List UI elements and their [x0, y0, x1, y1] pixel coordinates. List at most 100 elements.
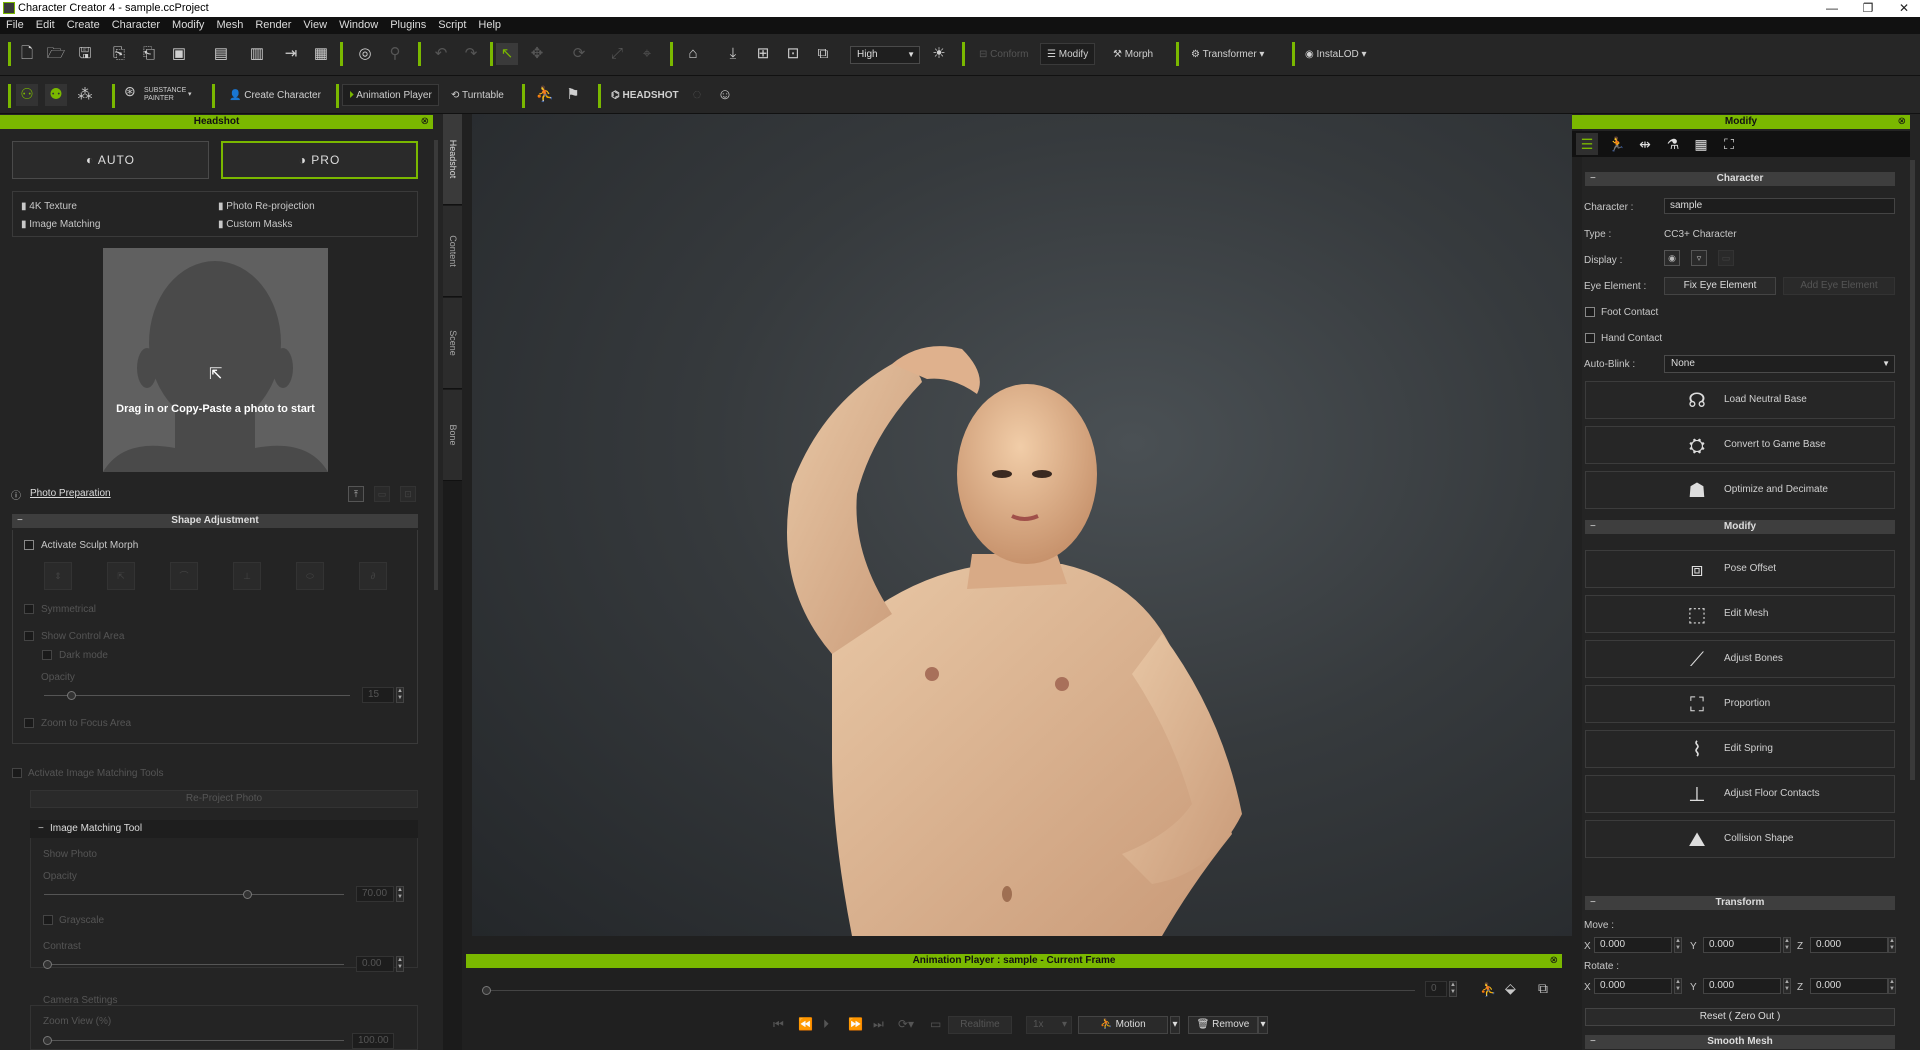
- close-icon[interactable]: ⊗: [1898, 115, 1906, 129]
- load-neutral-base-button[interactable]: ☊ Load Neutral Base: [1585, 381, 1895, 419]
- menu-character[interactable]: Character: [106, 17, 166, 34]
- home-icon[interactable]: ⌂: [682, 43, 704, 65]
- morph-tab-icon[interactable]: ⇹: [1634, 133, 1656, 155]
- photo-preparation-link[interactable]: Photo Preparation: [30, 488, 111, 499]
- tab-bone[interactable]: Bone: [443, 390, 462, 481]
- move-y-field[interactable]: 0.000: [1703, 937, 1781, 953]
- fix-eye-element-button[interactable]: Fix Eye Element: [1664, 277, 1776, 295]
- splitter-right[interactable]: [1572, 114, 1582, 1050]
- camera-view-icon[interactable]: ⧉: [812, 43, 834, 65]
- menu-modify[interactable]: Modify: [166, 17, 210, 34]
- modify-button[interactable]: ☰ Modify: [1040, 43, 1096, 65]
- edit-spring-button[interactable]: ⌇ Edit Spring: [1585, 730, 1895, 768]
- reset-zero-out-button[interactable]: Reset ( Zero Out ): [1585, 1008, 1895, 1026]
- attributes-tab-icon[interactable]: ☰: [1576, 133, 1598, 155]
- menu-script[interactable]: Script: [432, 17, 472, 34]
- headshot-button[interactable]: ⌬ HEADSHOT: [604, 84, 686, 106]
- animation-player-button[interactable]: ⏵ Animation Player: [342, 84, 439, 106]
- menu-plugins[interactable]: Plugins: [384, 17, 432, 34]
- flag-icon[interactable]: ⚑: [562, 84, 584, 106]
- menu-render[interactable]: Render: [249, 17, 297, 34]
- tab-headshot[interactable]: Headshot: [443, 114, 462, 205]
- move-x-field[interactable]: 0.000: [1594, 937, 1672, 953]
- transform-section-header[interactable]: − Transform: [1585, 896, 1895, 910]
- move-z-spinner[interactable]: ▲ ▼: [1888, 937, 1896, 953]
- menu-file[interactable]: File: [0, 17, 30, 34]
- timeline-knob[interactable]: [482, 986, 491, 995]
- motion-icon[interactable]: ⛹: [534, 84, 556, 106]
- auto-blink-select[interactable]: None ▼: [1664, 355, 1895, 373]
- adjust-floor-contacts-button[interactable]: ⊥ Adjust Floor Contacts: [1585, 775, 1895, 813]
- fbx-export-icon[interactable]: ▤: [210, 43, 232, 65]
- pose-offset-button[interactable]: ⧈ Pose Offset: [1585, 550, 1895, 588]
- transformer-button[interactable]: ⚙ Transformer ▾: [1184, 43, 1271, 65]
- rotate-y-field[interactable]: 0.000: [1703, 978, 1781, 994]
- splitter-left[interactable]: [462, 114, 472, 1050]
- modify-section-header[interactable]: − Modify: [1585, 520, 1895, 534]
- activate-sculpt-morph-checkbox[interactable]: [24, 540, 34, 550]
- menu-view[interactable]: View: [297, 17, 333, 34]
- smooth-mesh-section-header[interactable]: − Smooth Mesh: [1585, 1035, 1895, 1049]
- face-icon[interactable]: ☺: [714, 84, 736, 106]
- texture-tab-icon[interactable]: ▦: [1690, 133, 1712, 155]
- character-section-header[interactable]: − Character: [1585, 172, 1895, 186]
- move-z-field[interactable]: 0.000: [1810, 937, 1888, 953]
- quality-select[interactable]: High ▼: [850, 46, 920, 64]
- lighting-icon[interactable]: ☀: [928, 43, 950, 65]
- load-photo-icon[interactable]: ⤒: [348, 486, 364, 502]
- menu-edit[interactable]: Edit: [30, 17, 61, 34]
- rotate-x-spinner[interactable]: ▲ ▼: [1674, 978, 1682, 994]
- foot-contact-checkbox[interactable]: [1585, 307, 1595, 317]
- minimize-button[interactable]: —: [1812, 0, 1852, 17]
- edit-mesh-button[interactable]: ⬚ Edit Mesh: [1585, 595, 1895, 633]
- 3d-viewport[interactable]: [472, 114, 1572, 936]
- menu-window[interactable]: Window: [333, 17, 384, 34]
- turntable-button[interactable]: ⟲ Turntable: [444, 84, 511, 106]
- open-file-icon[interactable]: 🗁: [45, 43, 67, 65]
- save-icon[interactable]: 🖫: [74, 43, 96, 65]
- menu-create[interactable]: Create: [61, 17, 106, 34]
- window-mode-icon[interactable]: ⧉: [1538, 980, 1548, 997]
- motion-tab-icon[interactable]: 🏃: [1606, 133, 1628, 155]
- motion-button[interactable]: ⛹ Motion: [1078, 1016, 1168, 1034]
- auto-mode-button[interactable]: ◐ AUTO: [12, 141, 209, 179]
- create-character-button[interactable]: 👤 Create Character: [222, 84, 328, 106]
- move-x-spinner[interactable]: ▲ ▼: [1674, 937, 1682, 953]
- rotate-z-spinner[interactable]: ▲ ▼: [1888, 978, 1896, 994]
- remove-dropdown[interactable]: ▾: [1258, 1016, 1268, 1034]
- hand-contact-checkbox[interactable]: [1585, 333, 1595, 343]
- rotate-icon[interactable]: ⟳: [568, 43, 590, 65]
- select-icon[interactable]: ↖: [496, 43, 518, 65]
- obj-export-icon[interactable]: ▣: [168, 43, 190, 65]
- import-icon[interactable]: ⎘: [108, 43, 130, 65]
- scale-icon[interactable]: ⤢: [606, 43, 628, 65]
- fit-view-icon[interactable]: ⊞: [752, 43, 774, 65]
- pivot-icon[interactable]: ⌖: [636, 43, 658, 65]
- rotate-y-spinner[interactable]: ▲ ▼: [1783, 978, 1791, 994]
- close-icon[interactable]: ⊗: [1550, 954, 1558, 968]
- collision-shape-button[interactable]: ⛰ Collision Shape: [1585, 820, 1895, 858]
- drop-to-floor-icon[interactable]: ⤓: [722, 43, 744, 65]
- display-mode-icon[interactable]: ▿: [1691, 250, 1707, 266]
- menu-help[interactable]: Help: [472, 17, 507, 34]
- character-name-field[interactable]: sample: [1664, 198, 1895, 214]
- convert-game-base-button[interactable]: ⛭ Convert to Game Base: [1585, 426, 1895, 464]
- camera-icon[interactable]: ◎: [354, 43, 376, 65]
- move-y-spinner[interactable]: ▲ ▼: [1783, 937, 1791, 953]
- morph-button[interactable]: ⚒ Morph: [1106, 43, 1160, 65]
- close-icon[interactable]: ⊗: [421, 115, 429, 129]
- close-button[interactable]: ✕: [1884, 0, 1920, 17]
- usd-export-icon[interactable]: ▥: [246, 43, 268, 65]
- rotate-z-field[interactable]: 0.000: [1810, 978, 1888, 994]
- motion-dropdown[interactable]: ▾: [1170, 1016, 1180, 1034]
- remove-button[interactable]: 🗑 Remove: [1188, 1016, 1258, 1034]
- physics-tab-icon[interactable]: ⛶: [1718, 133, 1740, 155]
- shape-adjustment-header[interactable]: − Shape Adjustment: [12, 514, 418, 528]
- left-panel-scrollbar[interactable]: [434, 140, 438, 590]
- character-add-icon[interactable]: ⚉: [45, 84, 67, 106]
- proportion-button[interactable]: ⛶ Proportion: [1585, 685, 1895, 723]
- export-icon[interactable]: ⎗: [138, 43, 160, 65]
- maximize-button[interactable]: ❐: [1848, 0, 1888, 17]
- menu-mesh[interactable]: Mesh: [210, 17, 249, 34]
- new-file-icon[interactable]: 🗋: [16, 43, 38, 65]
